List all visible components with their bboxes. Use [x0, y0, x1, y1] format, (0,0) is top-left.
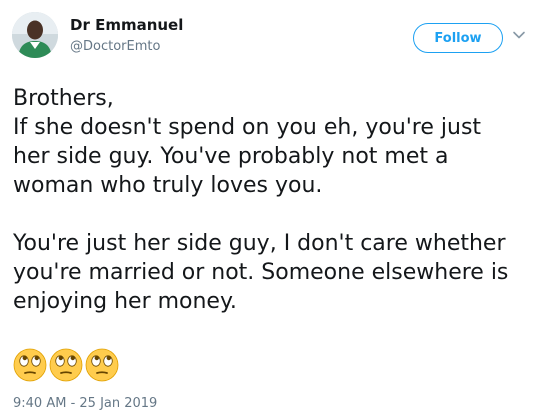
- tweet-text: Brothers, If she doesn't spend on you eh…: [13, 84, 529, 316]
- tweet-header: Dr Emmanuel @DoctorEmto Follow: [12, 10, 528, 70]
- tweet-line: woman who truly loves you.: [13, 173, 323, 198]
- avatar[interactable]: [12, 12, 58, 58]
- rolling-eyes-emoji-icon: [49, 348, 83, 382]
- tweet-timestamp[interactable]: 9:40 AM - 25 Jan 2019: [13, 396, 157, 411]
- tweet-line: Brothers,: [13, 86, 114, 111]
- rolling-eyes-emoji-icon: [13, 348, 47, 382]
- tweet-line: you're married or not. Someone elsewhere…: [13, 260, 509, 285]
- chevron-down-icon[interactable]: [512, 28, 526, 42]
- tweet-line: If she doesn't spend on you eh, you're j…: [13, 115, 482, 140]
- tweet-line: enjoying her money.: [13, 289, 237, 314]
- author-name[interactable]: Dr Emmanuel: [70, 16, 183, 34]
- tweet-line: You're just her side guy, I don't care w…: [13, 231, 506, 256]
- rolling-eyes-emoji-icon: [85, 348, 119, 382]
- emoji-row: [13, 348, 119, 382]
- follow-button[interactable]: Follow: [413, 23, 503, 53]
- avatar-photo-icon: [12, 12, 58, 58]
- tweet-line: her side guy. You've probably not met a: [13, 144, 449, 169]
- author-handle[interactable]: @DoctorEmto: [70, 39, 160, 54]
